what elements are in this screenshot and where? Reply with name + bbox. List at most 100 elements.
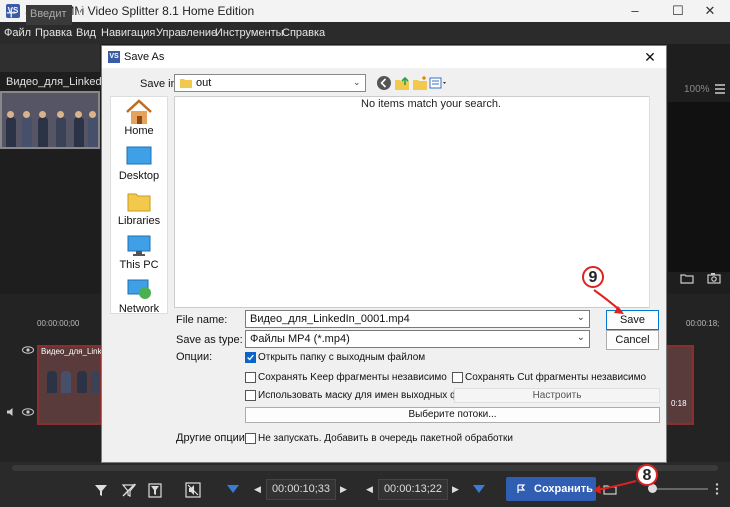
timecode-out[interactable]: 00:00:13;22 (378, 479, 448, 500)
menu-navigation[interactable]: Навигация (101, 27, 155, 39)
step-8-marker: 8 (636, 464, 658, 486)
menu-tools[interactable]: Инструменты (215, 27, 284, 39)
menu-bar: Файл Правка Вид Навигация Управление Инс… (0, 22, 730, 44)
keep-fragments-checkbox[interactable] (245, 372, 256, 383)
video-preview (668, 102, 730, 272)
audio-icon[interactable] (6, 407, 16, 417)
keep-fragments-label[interactable]: Сохранять Keep фрагменты независимо (258, 372, 447, 383)
minimize-button[interactable]: – (615, 2, 655, 20)
menu-file[interactable]: Файл (4, 27, 31, 39)
video-clip-segment[interactable] (37, 345, 102, 425)
network-icon (127, 279, 151, 299)
chevron-down-icon[interactable]: ⌄ (577, 312, 585, 323)
dialog-title: Save As (124, 51, 165, 63)
back-icon[interactable] (376, 75, 392, 91)
libraries-icon (127, 193, 151, 212)
select-streams-button[interactable]: Выберите потоки... (245, 407, 660, 423)
clip-label: Видео_для_Linke (41, 347, 107, 356)
dialog-cancel-button[interactable]: Cancel (606, 330, 659, 350)
marker-out-icon[interactable] (471, 483, 487, 499)
open-folder-checkbox[interactable] (245, 352, 256, 363)
output-folder-icon[interactable] (603, 484, 617, 495)
media-toolbar (0, 44, 100, 72)
up-folder-icon[interactable] (394, 75, 410, 91)
close-window-button[interactable]: ✕ (690, 2, 730, 20)
audio-visibility-icon[interactable] (22, 408, 34, 416)
configure-button: Настроить (454, 388, 660, 403)
timecode-in[interactable]: 00:00:10;33 (266, 479, 336, 500)
save-as-dialog: VS Save As ✕ Save in: out ⌄ Home Desktop… (101, 45, 667, 463)
media-thumbnail[interactable] (0, 91, 100, 149)
prev-frame-in-icon[interactable]: ◀ (254, 484, 261, 495)
other-options-label: Другие опции: (176, 432, 248, 444)
place-this-pc-label: This PC (119, 259, 159, 271)
video-clip-segment-end[interactable] (666, 345, 694, 425)
home-icon (126, 99, 152, 124)
computer-icon (127, 235, 151, 256)
add-media-button[interactable]: + (6, 4, 17, 22)
save-in-value: out (196, 77, 212, 89)
volume-slider[interactable] (650, 488, 708, 490)
cut-fragments-label[interactable]: Сохранять Cut фрагменты независимо (465, 372, 646, 383)
empty-message: No items match your search. (361, 98, 501, 110)
save-button-label: Сохранить (534, 483, 593, 495)
places-bar: Home Desktop Libraries This PC Network (110, 96, 168, 315)
timeline-start-time: 00:00:00;00 (37, 319, 80, 328)
chevron-down-icon: ⌄ (353, 77, 361, 87)
clip-end-time: 0:18 (671, 399, 687, 408)
prev-frame-out-icon[interactable]: ◀ (366, 484, 373, 495)
save-in-dropdown[interactable]: out ⌄ (174, 74, 366, 92)
more-options-icon[interactable] (712, 482, 722, 496)
save-type-dropdown[interactable]: Файлы MP4 (*.mp4) ⌄ (245, 330, 590, 348)
place-desktop-label: Desktop (118, 170, 160, 182)
use-mask-checkbox[interactable] (245, 390, 256, 401)
zoom-level[interactable]: 100% (684, 84, 710, 95)
new-folder-icon[interactable] (412, 75, 428, 91)
view-menu-icon[interactable] (429, 75, 449, 91)
panel-menu-icon[interactable] (713, 82, 727, 96)
save-type-value: Файлы MP4 (*.mp4) (250, 333, 350, 345)
menu-help[interactable]: Справка (282, 27, 325, 39)
folder-icon[interactable] (680, 273, 694, 284)
filter-clear-icon[interactable] (120, 481, 138, 499)
no-start-checkbox[interactable] (245, 433, 256, 444)
timeline-end-time: 00:00:18; (686, 319, 720, 328)
checkmark-icon (247, 354, 254, 361)
keep-marker-icon[interactable] (146, 481, 164, 499)
menu-edit[interactable]: Правка (35, 27, 72, 39)
video-visibility-icon[interactable] (22, 346, 34, 354)
dialog-save-button[interactable]: Save (606, 310, 659, 330)
file-name-label: File name: (176, 314, 228, 326)
next-frame-out-icon[interactable]: ▶ (452, 484, 459, 495)
dialog-title-bar: VS Save As ✕ (102, 46, 666, 68)
search-input[interactable]: Введит (26, 5, 72, 25)
marker-in-icon[interactable] (225, 483, 241, 499)
dialog-logo: VS (108, 51, 120, 63)
save-flag-icon (517, 484, 526, 493)
options-label: Опции: (176, 351, 213, 363)
next-frame-in-icon[interactable]: ▶ (340, 484, 347, 495)
open-folder-label[interactable]: Открыть папку с выходным файлом (258, 352, 425, 363)
app-title-bar: VS SolveigMM Video Splitter 8.1 Home Edi… (0, 0, 730, 22)
file-name-field[interactable]: Видео_для_LinkedIn_0001.mp4 ⌄ (245, 310, 590, 328)
dialog-close-button[interactable]: ✕ (638, 48, 662, 66)
file-list-scrollbar[interactable] (649, 96, 660, 308)
place-libraries-label: Libraries (117, 215, 161, 227)
use-mask-label[interactable]: Использовать маску для имен выходных фай… (258, 390, 486, 401)
menu-view[interactable]: Вид (76, 27, 96, 39)
mute-segment-icon[interactable] (184, 481, 202, 499)
filter-icon[interactable] (92, 481, 110, 499)
chevron-down-icon: ⌄ (576, 332, 585, 343)
cut-fragments-checkbox[interactable] (452, 372, 463, 383)
file-name-value: Видео_для_LinkedIn_0001.mp4 (250, 313, 410, 325)
save-button[interactable]: Сохранить (506, 477, 596, 501)
snapshot-icon[interactable] (707, 272, 721, 284)
save-type-label: Save as type: (176, 334, 243, 346)
no-start-label[interactable]: Не запускать. Добавить в очередь пакетно… (258, 433, 513, 444)
folder-icon (180, 79, 192, 88)
timeline-scroll-thumb[interactable] (12, 465, 718, 471)
menu-control[interactable]: Управление (156, 27, 217, 39)
desktop-icon (126, 146, 152, 165)
search-icon[interactable] (78, 6, 92, 20)
place-network-label: Network (118, 303, 160, 315)
